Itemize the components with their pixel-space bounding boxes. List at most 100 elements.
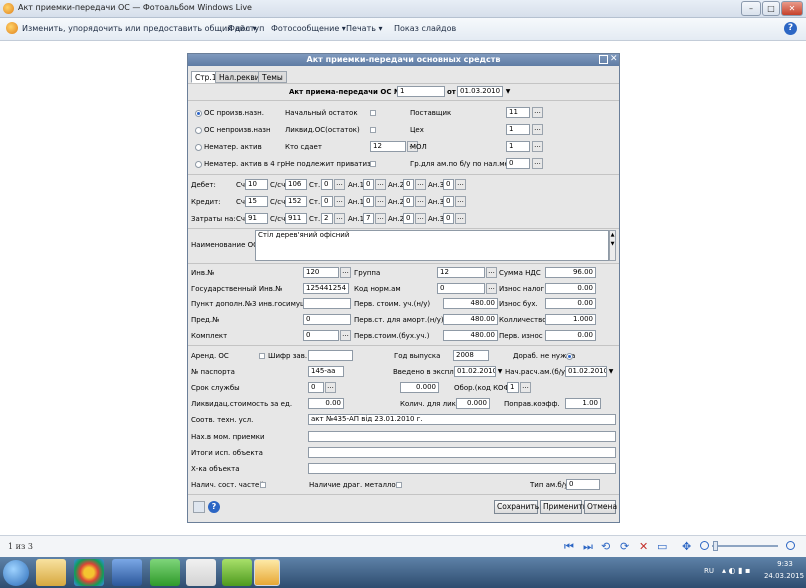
vat-sum-input[interactable]: 96.00 — [545, 267, 596, 278]
photo-message-menu[interactable]: Фотосообщение ▾ — [271, 24, 346, 33]
workshop-lookup[interactable]: ... — [532, 124, 543, 135]
tech-spec-input[interactable]: акт №435-АП від 23.01.2010 г. — [308, 414, 616, 425]
minimize-button[interactable]: – — [741, 1, 761, 16]
tax-wear-input[interactable]: 0.00 — [545, 283, 596, 294]
mol-input[interactable]: 1 — [506, 141, 530, 152]
display-icon[interactable]: ▭ — [657, 540, 667, 553]
zoom-slider-thumb[interactable] — [713, 541, 718, 551]
prev-no-input[interactable]: 0 — [303, 314, 351, 325]
credit-st-input[interactable]: 0 — [321, 196, 333, 207]
characteristics-input[interactable] — [308, 463, 616, 474]
liquidation-value-input[interactable]: 0.00 — [308, 398, 344, 409]
test-results-input[interactable] — [308, 447, 616, 458]
language-indicator[interactable]: RU — [704, 567, 714, 575]
debit-csch-input[interactable]: 106 — [285, 179, 307, 190]
save-button[interactable]: Сохранить — [494, 500, 539, 514]
file-menu[interactable]: Файл ▾ — [228, 24, 257, 33]
credit-an3-input[interactable]: 0 — [443, 196, 454, 207]
lease-checkbox[interactable] — [259, 353, 265, 359]
correction-coef-input[interactable]: 1.00 — [565, 398, 601, 409]
serial-code-input[interactable] — [308, 350, 353, 361]
slideshow-button[interactable]: Показ слайдов — [394, 24, 456, 33]
zoom-in-icon[interactable] — [786, 541, 795, 550]
explorer-taskbar-icon[interactable] — [36, 559, 66, 586]
word-taskbar-icon[interactable] — [112, 559, 142, 586]
amort-group-input[interactable]: 0 — [506, 158, 530, 169]
amort-type-input[interactable]: 0 — [566, 479, 600, 490]
set-lookup[interactable]: ... — [340, 330, 351, 341]
initial-balance-checkbox[interactable] — [370, 110, 376, 116]
chrome-taskbar-icon[interactable] — [74, 559, 104, 586]
zoom-fit-icon[interactable]: ✥ — [682, 540, 691, 553]
precious-metals-checkbox[interactable] — [396, 482, 402, 488]
group-input[interactable]: 12 — [437, 267, 485, 278]
liquidation-qty-input[interactable]: 0.000 — [456, 398, 490, 409]
credit-an2-input[interactable]: 0 — [403, 196, 414, 207]
cancel-button[interactable]: Отмена — [584, 500, 617, 514]
mol-lookup[interactable]: ... — [532, 141, 543, 152]
debit-an3-input[interactable]: 0 — [443, 179, 454, 190]
credit-an2-lookup[interactable]: ... — [415, 196, 426, 207]
set-input[interactable]: 0 — [303, 330, 339, 341]
supplier-input[interactable]: 11 — [506, 107, 530, 118]
liquidated-checkbox[interactable] — [370, 127, 376, 133]
initial-cost-acc-input[interactable]: 480.00 — [443, 330, 498, 341]
year-input[interactable]: 2008 — [453, 350, 489, 361]
expenses-an2-input[interactable]: 0 — [403, 213, 414, 224]
kof-code-input[interactable]: 1 — [507, 382, 519, 393]
chevron-down-icon[interactable]: ▼ — [608, 367, 614, 376]
expenses-an3-lookup[interactable]: ... — [455, 213, 466, 224]
expenses-st-lookup[interactable]: ... — [334, 213, 345, 224]
textarea-scrollbar[interactable]: ▲ ▼ — [609, 230, 616, 261]
credit-csch-input[interactable]: 152 — [285, 196, 307, 207]
rotate-left-icon[interactable]: ⟲ — [601, 540, 610, 553]
norm-code-input[interactable]: 0 — [437, 283, 485, 294]
apply-button[interactable]: Применить — [540, 500, 587, 514]
initial-vat-wear-input[interactable]: 0.00 — [545, 330, 596, 341]
clock-date[interactable]: 24.03.2015 — [762, 572, 806, 580]
expenses-an3-input[interactable]: 0 — [443, 213, 454, 224]
credit-an1-input[interactable]: 0 — [363, 196, 374, 207]
maximize-button[interactable]: □ — [762, 1, 780, 16]
workshop-input[interactable]: 1 — [506, 124, 530, 135]
radio-intangible-4gr[interactable] — [195, 161, 202, 168]
no-rework-radio[interactable] — [566, 353, 573, 360]
handed-by-input[interactable]: 12 — [370, 141, 406, 152]
print-menu[interactable]: Печать ▾ — [346, 24, 383, 33]
expenses-sch-input[interactable]: 91 — [245, 213, 268, 224]
rotate-right-icon[interactable]: ⟳ — [620, 540, 629, 553]
debit-sch-input[interactable]: 10 — [245, 179, 268, 190]
credit-an3-lookup[interactable]: ... — [455, 196, 466, 207]
act-date-input[interactable]: 01.03.2010 — [457, 86, 503, 97]
last-icon[interactable]: ⏭ — [583, 540, 593, 554]
expenses-csch-input[interactable]: 911 — [285, 213, 307, 224]
chevron-down-icon[interactable]: ▼ — [505, 87, 511, 96]
commissioned-input[interactable]: 01.02.2010 — [454, 366, 496, 377]
zoom-slider[interactable] — [712, 545, 778, 547]
no-privatization-checkbox[interactable] — [370, 161, 376, 167]
addendum3-input[interactable] — [303, 298, 351, 309]
help-icon[interactable]: ? — [784, 22, 797, 35]
start-button[interactable] — [3, 560, 29, 586]
passport-input[interactable]: 145-аа — [308, 366, 344, 377]
amort-start-input[interactable]: 01.02.2010 — [565, 366, 607, 377]
expenses-an1-lookup[interactable]: ... — [375, 213, 386, 224]
amort-group-lookup[interactable]: ... — [532, 158, 543, 169]
supplier-lookup[interactable]: ... — [532, 107, 543, 118]
photo-gallery-taskbar-icon[interactable] — [254, 559, 280, 586]
a-app-taskbar-icon[interactable] — [222, 559, 252, 586]
help-icon[interactable]: ? — [208, 501, 220, 513]
inv-no-lookup[interactable]: ... — [340, 267, 351, 278]
initial-cost-tax-input[interactable]: 480.00 — [443, 298, 498, 309]
radio-os-prod[interactable] — [195, 110, 202, 117]
tab-topics[interactable]: Темы — [258, 71, 287, 83]
location-input[interactable] — [308, 431, 616, 442]
close-button[interactable]: ✕ — [781, 1, 803, 16]
debit-an1-input[interactable]: 0 — [363, 179, 374, 190]
chevron-down-icon[interactable]: ▼ — [497, 367, 503, 376]
expenses-st-input[interactable]: 2 — [321, 213, 333, 224]
debit-an1-lookup[interactable]: ... — [375, 179, 386, 190]
amort-cost-input[interactable]: 480.00 — [443, 314, 498, 325]
first-icon[interactable]: ⏮ — [564, 540, 574, 554]
debit-st-input[interactable]: 0 — [321, 179, 333, 190]
